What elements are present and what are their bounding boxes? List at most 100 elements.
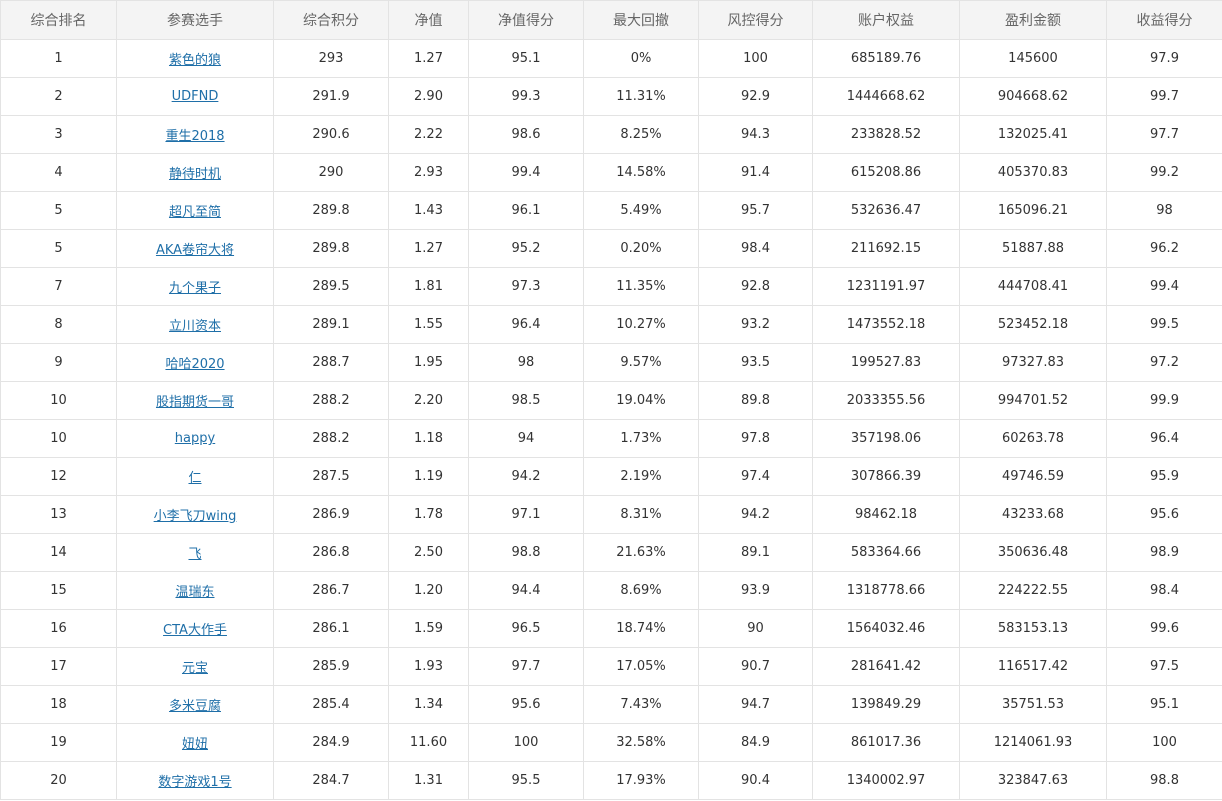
player-cell: 紫色的狼 (116, 39, 274, 78)
player-link[interactable]: 多米豆腐 (169, 699, 221, 714)
max-drawdown-cell: 11.31% (583, 77, 699, 116)
max-drawdown-cell: 10.27% (583, 305, 699, 344)
player-link[interactable]: CTA大作手 (163, 623, 227, 638)
player-link[interactable]: UDFND (172, 89, 219, 104)
profit-amount-cell: 350636.48 (959, 533, 1107, 572)
account-equity-cell: 233828.52 (812, 115, 960, 154)
max-drawdown-cell: 5.49% (583, 191, 699, 230)
account-equity-cell: 1318778.66 (812, 571, 960, 610)
player-link[interactable]: 温瑞东 (175, 585, 214, 600)
player-cell: 立川资本 (116, 305, 274, 344)
player-link[interactable]: 重生2018 (165, 129, 224, 144)
net-value-score-cell: 95.6 (468, 685, 584, 724)
player-link[interactable]: 数字游戏1号 (158, 775, 231, 790)
player-link[interactable]: 妞妞 (182, 737, 208, 752)
player-cell: AKA卷帘大将 (116, 229, 274, 268)
table-body: 1 紫色的狼 293 1.27 95.1 0% 100 685189.76 145600 97.9… (0, 39, 1222, 800)
profit-amount-cell: 405370.83 (959, 153, 1107, 192)
net-value-score-cell: 94 (468, 419, 584, 458)
max-drawdown-cell: 8.69% (583, 571, 699, 610)
total-score-cell: 288.7 (273, 343, 389, 382)
return-score-cell: 99.9 (1106, 381, 1222, 420)
player-link[interactable]: 超凡至简 (169, 205, 221, 220)
player-link[interactable]: 股指期货一哥 (156, 395, 234, 410)
account-equity-cell: 1231191.97 (812, 267, 960, 306)
rank-cell: 14 (0, 533, 117, 572)
total-score-cell: 289.8 (273, 229, 389, 268)
total-score-cell: 289.1 (273, 305, 389, 344)
net-value-score-cell: 96.1 (468, 191, 584, 230)
header-return-score: 收益得分 (1106, 0, 1222, 40)
player-link[interactable]: 静待时机 (169, 167, 221, 182)
net-value-cell: 1.95 (388, 343, 469, 382)
table-row: 18 多米豆腐 285.4 1.34 95.6 7.43% 94.7 139849.29 357… (0, 685, 1222, 724)
net-value-score-cell: 95.2 (468, 229, 584, 268)
rank-cell: 20 (0, 761, 117, 800)
max-drawdown-cell: 7.43% (583, 685, 699, 724)
player-link[interactable]: 仁 (188, 471, 201, 486)
risk-score-cell: 89.8 (698, 381, 813, 420)
account-equity-cell: 583364.66 (812, 533, 960, 572)
header-max-drawdown: 最大回撤 (583, 0, 699, 40)
table-row: 14 飞 286.8 2.50 98.8 21.63% 89.1 583364.66 35063… (0, 533, 1222, 572)
net-value-score-cell: 97.1 (468, 495, 584, 534)
rank-cell: 10 (0, 381, 117, 420)
profit-amount-cell: 224222.55 (959, 571, 1107, 610)
player-cell: 九个果子 (116, 267, 274, 306)
player-cell: 超凡至简 (116, 191, 274, 230)
account-equity-cell: 139849.29 (812, 685, 960, 724)
account-equity-cell: 685189.76 (812, 39, 960, 78)
rank-cell: 8 (0, 305, 117, 344)
total-score-cell: 288.2 (273, 381, 389, 420)
risk-score-cell: 95.7 (698, 191, 813, 230)
total-score-cell: 285.9 (273, 647, 389, 686)
net-value-score-cell: 96.4 (468, 305, 584, 344)
player-cell: UDFND (116, 77, 274, 116)
return-score-cell: 98.8 (1106, 761, 1222, 800)
table-row: 4 静待时机 290 2.93 99.4 14.58% 91.4 615208.86 40537… (0, 153, 1222, 192)
account-equity-cell: 532636.47 (812, 191, 960, 230)
header-player: 参赛选手 (116, 0, 274, 40)
net-value-score-cell: 99.4 (468, 153, 584, 192)
player-link[interactable]: 九个果子 (169, 281, 221, 296)
player-link[interactable]: 哈哈2020 (165, 357, 224, 372)
profit-amount-cell: 132025.41 (959, 115, 1107, 154)
return-score-cell: 97.7 (1106, 115, 1222, 154)
max-drawdown-cell: 18.74% (583, 609, 699, 648)
account-equity-cell: 1473552.18 (812, 305, 960, 344)
net-value-cell: 11.60 (388, 723, 469, 762)
header-total-score: 综合积分 (273, 0, 389, 40)
player-link[interactable]: AKA卷帘大将 (156, 243, 234, 258)
player-link[interactable]: 小李飞刀wing (154, 509, 237, 524)
account-equity-cell: 307866.39 (812, 457, 960, 496)
max-drawdown-cell: 8.31% (583, 495, 699, 534)
table-row: 8 立川资本 289.1 1.55 96.4 10.27% 93.2 1473552.18 52… (0, 305, 1222, 344)
account-equity-cell: 211692.15 (812, 229, 960, 268)
player-link[interactable]: happy (175, 431, 215, 446)
max-drawdown-cell: 17.93% (583, 761, 699, 800)
return-score-cell: 97.9 (1106, 39, 1222, 78)
rank-cell: 4 (0, 153, 117, 192)
risk-score-cell: 100 (698, 39, 813, 78)
risk-score-cell: 94.7 (698, 685, 813, 724)
total-score-cell: 291.9 (273, 77, 389, 116)
net-value-cell: 1.31 (388, 761, 469, 800)
player-link[interactable]: 紫色的狼 (169, 53, 221, 68)
net-value-score-cell: 100 (468, 723, 584, 762)
player-link[interactable]: 立川资本 (169, 319, 221, 334)
net-value-score-cell: 98.6 (468, 115, 584, 154)
player-link[interactable]: 元宝 (182, 661, 208, 676)
header-net-value: 净值 (388, 0, 469, 40)
max-drawdown-cell: 2.19% (583, 457, 699, 496)
header-account-equity: 账户权益 (812, 0, 960, 40)
max-drawdown-cell: 21.63% (583, 533, 699, 572)
profit-amount-cell: 49746.59 (959, 457, 1107, 496)
total-score-cell: 285.4 (273, 685, 389, 724)
player-link[interactable]: 飞 (188, 547, 201, 562)
table-row: 13 小李飞刀wing 286.9 1.78 97.1 8.31% 94.2 98462.18… (0, 495, 1222, 534)
table-row: 5 AKA卷帘大将 289.8 1.27 95.2 0.20% 98.4 211692.15 5… (0, 229, 1222, 268)
account-equity-cell: 1564032.46 (812, 609, 960, 648)
rank-cell: 5 (0, 229, 117, 268)
max-drawdown-cell: 32.58% (583, 723, 699, 762)
total-score-cell: 286.7 (273, 571, 389, 610)
